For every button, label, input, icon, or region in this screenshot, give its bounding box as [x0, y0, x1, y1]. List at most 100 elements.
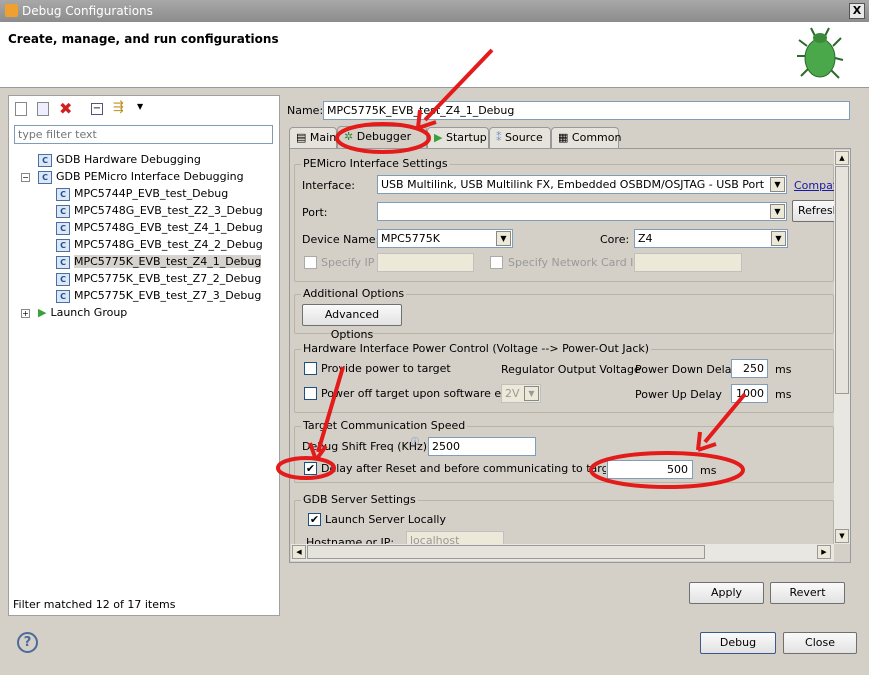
- tab-debugger[interactable]: ✲ Debugger: [337, 126, 427, 149]
- app-icon: [5, 4, 18, 17]
- dropdown-icon[interactable]: ▼: [137, 102, 143, 111]
- filter-status: Filter matched 12 of 17 items: [13, 598, 175, 611]
- tree-item-config[interactable]: C MPC5748G_EVB_test_Z4_2_Debug: [19, 236, 274, 253]
- c-config-icon: C: [38, 171, 52, 184]
- collapse-icon[interactable]: −: [21, 173, 30, 182]
- collapse-all-icon[interactable]: −: [91, 103, 103, 115]
- launch-server-checkbox[interactable]: ✔: [308, 513, 321, 526]
- table-icon: ▦: [558, 131, 568, 144]
- tree-item-config[interactable]: C MPC5748G_EVB_test_Z2_3_Debug: [19, 202, 274, 219]
- tree-item-gdb-pemicro[interactable]: −CGDB PEMicro Interface Debugging: [19, 168, 274, 185]
- chevron-down-icon: ▼: [496, 231, 511, 246]
- scroll-left-icon: ◀: [292, 545, 306, 559]
- chevron-down-icon: ▼: [770, 177, 785, 192]
- chevron-down-icon: ▼: [770, 204, 785, 219]
- tab-common[interactable]: ▦ Common: [551, 127, 619, 149]
- bug-icon: [795, 26, 845, 84]
- tab-source[interactable]: ⁑ Source: [489, 127, 551, 149]
- expand-icon[interactable]: +: [21, 309, 30, 318]
- shift-freq-input[interactable]: 2500: [428, 437, 536, 456]
- document-icon: ▤: [296, 131, 306, 144]
- tree-item-gdb-hardware[interactable]: CGDB Hardware Debugging: [19, 151, 274, 168]
- filter-icon[interactable]: ⇶: [113, 100, 124, 115]
- tree-item-label: MPC5775K_EVB_test_Z7_3_Debug: [74, 289, 261, 302]
- tree-item-label: MPC5775K_EVB_test_Z4_1_Debug: [74, 255, 261, 268]
- tree-item-label: MPC5748G_EVB_test_Z4_1_Debug: [74, 221, 263, 234]
- scroll-up-icon: ▲: [835, 151, 849, 165]
- delay-input[interactable]: 500: [607, 460, 693, 479]
- c-config-icon: C: [56, 222, 70, 235]
- horizontal-scrollbar[interactable]: ◀ ▶: [291, 544, 834, 561]
- compatibility-link[interactable]: Compatib: [794, 179, 836, 192]
- interface-select[interactable]: USB Multilink, USB Multilink FX, Embedde…: [377, 175, 787, 194]
- apply-button[interactable]: Apply: [689, 582, 764, 604]
- source-icon: ⁑: [496, 131, 502, 144]
- core-select[interactable]: Z4▼: [634, 229, 788, 248]
- scroll-thumb: [307, 545, 705, 559]
- power-off-checkbox[interactable]: [304, 387, 317, 400]
- duplicate-icon[interactable]: [37, 102, 49, 116]
- c-config-icon: C: [56, 273, 70, 286]
- banner-title: Create, manage, and run configurations: [8, 32, 279, 46]
- device-name-select[interactable]: MPC5775K▼: [377, 229, 513, 248]
- specify-nic-input[interactable]: [634, 253, 742, 272]
- voltage-select[interactable]: 2V▼: [501, 384, 541, 403]
- c-config-icon: C: [56, 239, 70, 252]
- chevron-down-icon: ▼: [771, 231, 786, 246]
- power-off-label: Power off target upon software exit: [321, 387, 515, 400]
- tree-item-label: MPC5748G_EVB_test_Z2_3_Debug: [74, 204, 263, 217]
- tree-item-label: MPC5748G_EVB_test_Z4_2_Debug: [74, 238, 263, 251]
- scroll-down-icon: ▼: [835, 529, 849, 543]
- core-label: Core:: [600, 233, 629, 246]
- config-list-panel: ✖ − ⇶ ▼ CGDB Hardware Debugging −CGDB PE…: [8, 95, 280, 616]
- power-down-input[interactable]: 250: [731, 359, 768, 378]
- tree-item-config[interactable]: C MPC5775K_EVB_test_Z7_3_Debug: [19, 287, 274, 304]
- provide-power-checkbox[interactable]: [304, 362, 317, 375]
- scroll-thumb: [835, 166, 849, 394]
- specify-ip-label: Specify IP: [321, 256, 374, 269]
- revert-button[interactable]: Revert: [770, 582, 845, 604]
- advanced-options-button[interactable]: Advanced Options: [302, 304, 402, 326]
- provide-power-label: Provide power to target: [321, 362, 451, 375]
- name-label: Name:: [287, 104, 323, 117]
- filter-input[interactable]: [14, 125, 273, 144]
- name-input[interactable]: MPC5775K_EVB_test_Z4_1_Debug: [323, 101, 850, 120]
- shift-freq-label: Debug Shift Freq (KHz): [302, 440, 427, 453]
- new-config-icon[interactable]: [15, 102, 27, 116]
- specify-nic-label: Specify Network Card IP: [508, 256, 640, 269]
- tree-item-config[interactable]: C MPC5748G_EVB_test_Z4_1_Debug: [19, 219, 274, 236]
- banner: Create, manage, and run configurations: [0, 22, 869, 88]
- port-label: Port:: [302, 206, 328, 219]
- tab-main[interactable]: ▤ Main: [289, 127, 337, 149]
- delay-after-reset-label: Delay after Reset and before communicati…: [321, 462, 606, 475]
- device-name-label: Device Name:: [302, 233, 379, 246]
- close-button[interactable]: Close: [783, 632, 857, 654]
- tree-item-config[interactable]: CMPC5744P_EVB_test_Debug: [19, 185, 274, 202]
- c-config-icon: C: [56, 205, 70, 218]
- delete-icon[interactable]: ✖: [59, 99, 72, 118]
- tab-strip: ▤ Main ✲ Debugger ▶ Startup ⁑ Source ▦ C…: [289, 126, 849, 149]
- interface-label: Interface:: [302, 179, 355, 192]
- specify-nic-checkbox[interactable]: [490, 256, 503, 269]
- tree-item-config[interactable]: C MPC5775K_EVB_test_Z7_2_Debug: [19, 270, 274, 287]
- tree-item-config-selected[interactable]: CMPC5775K_EVB_test_Z4_1_Debug: [19, 253, 274, 270]
- help-button[interactable]: ?: [17, 632, 38, 653]
- chevron-down-icon: ▼: [524, 386, 539, 401]
- specify-ip-input[interactable]: [377, 253, 474, 272]
- bug-icon: ✲: [344, 130, 353, 143]
- tab-startup[interactable]: ▶ Startup: [427, 127, 489, 149]
- delay-after-reset-checkbox[interactable]: ✔: [304, 462, 317, 475]
- specify-ip-checkbox[interactable]: [304, 256, 317, 269]
- power-up-input[interactable]: 1000: [731, 384, 768, 403]
- close-window-button[interactable]: X: [849, 3, 865, 19]
- debug-button[interactable]: Debug: [700, 632, 776, 654]
- tree-item-launch-group[interactable]: +▶Launch Group: [19, 304, 274, 321]
- launch-icon: ▶: [38, 306, 46, 319]
- c-config-icon: C: [38, 154, 52, 167]
- port-select[interactable]: ▼: [377, 202, 787, 221]
- vertical-scrollbar[interactable]: ▲ ▼: [834, 150, 850, 544]
- c-config-icon: C: [56, 290, 70, 303]
- power-down-label: Power Down Delay: [635, 363, 738, 376]
- title-bar: Debug Configurations: [0, 0, 869, 22]
- tree-item-label: MPC5775K_EVB_test_Z7_2_Debug: [74, 272, 261, 285]
